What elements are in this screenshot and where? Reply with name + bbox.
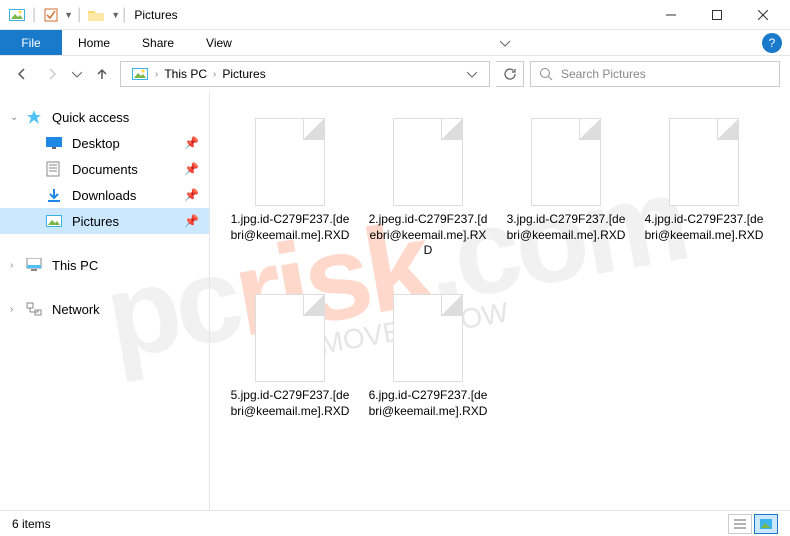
file-name: 3.jpg.id-C279F237.[debri@keemail.me].RXD	[500, 212, 632, 243]
sidebar-item-downloads[interactable]: Downloads 📌	[0, 182, 209, 208]
downloads-icon	[46, 187, 64, 203]
tab-view[interactable]: View	[190, 30, 248, 55]
check-icon[interactable]	[42, 8, 60, 22]
documents-icon	[46, 161, 64, 177]
file-name: 2.jpeg.id-C279F237.[debri@keemail.me].RX…	[362, 212, 494, 259]
icons-view-button[interactable]	[754, 514, 778, 534]
file-icon	[531, 118, 601, 206]
pictures-icon	[131, 67, 149, 81]
separator: |	[77, 6, 81, 24]
pictures-icon	[8, 8, 26, 22]
maximize-button[interactable]	[694, 0, 740, 30]
file-name: 5.jpg.id-C279F237.[debri@keemail.me].RXD	[224, 388, 356, 419]
file-item[interactable]: 5.jpg.id-C279F237.[debri@keemail.me].RXD	[224, 288, 356, 458]
file-item[interactable]: 6.jpg.id-C279F237.[debri@keemail.me].RXD	[362, 288, 494, 458]
sidebar: ⌄ Quick access Desktop 📌 Documents 📌 Dow…	[0, 92, 210, 510]
file-list: 1.jpg.id-C279F237.[debri@keemail.me].RXD…	[210, 92, 790, 510]
sidebar-quick-access[interactable]: ⌄ Quick access	[0, 104, 209, 130]
search-icon	[539, 67, 553, 81]
chevron-right-icon[interactable]: ›	[153, 69, 160, 80]
qat-dropdown[interactable]: ▼	[64, 10, 73, 20]
breadcrumb-dropdown[interactable]	[461, 69, 483, 79]
file-item[interactable]: 4.jpg.id-C279F237.[debri@keemail.me].RXD	[638, 112, 770, 282]
sidebar-this-pc[interactable]: › This PC	[0, 252, 209, 278]
item-count: 6 items	[12, 517, 51, 531]
sidebar-item-label: Network	[52, 302, 100, 317]
chevron-right-icon[interactable]: ›	[10, 304, 13, 315]
forward-button[interactable]	[40, 62, 64, 86]
details-view-button[interactable]	[728, 514, 752, 534]
sidebar-item-label: Pictures	[72, 214, 119, 229]
chevron-down-icon[interactable]: ⌄	[10, 112, 18, 123]
sidebar-item-label: Quick access	[52, 110, 129, 125]
star-icon	[26, 109, 44, 125]
sidebar-item-label: Downloads	[72, 188, 136, 203]
network-icon	[26, 302, 44, 316]
pin-icon: 📌	[184, 162, 199, 176]
statusbar: 6 items	[0, 510, 790, 536]
close-button[interactable]	[740, 0, 786, 30]
chevron-right-icon[interactable]: ›	[10, 260, 13, 271]
window-title: Pictures	[134, 8, 177, 22]
folder-dropdown[interactable]: ▼	[111, 10, 120, 20]
file-item[interactable]: 2.jpeg.id-C279F237.[debri@keemail.me].RX…	[362, 112, 494, 282]
desktop-icon	[46, 137, 64, 149]
pin-icon: 📌	[184, 136, 199, 150]
separator: |	[32, 6, 36, 24]
separator: |	[122, 6, 126, 24]
breadcrumb-pictures[interactable]: Pictures	[218, 67, 269, 81]
sidebar-item-label: Documents	[72, 162, 138, 177]
file-icon	[393, 118, 463, 206]
search-input[interactable]: Search Pictures	[530, 61, 780, 87]
search-placeholder: Search Pictures	[561, 67, 646, 81]
sidebar-item-documents[interactable]: Documents 📌	[0, 156, 209, 182]
file-name: 1.jpg.id-C279F237.[debri@keemail.me].RXD	[224, 212, 356, 243]
titlebar: | ▼ | ▼ | Pictures	[0, 0, 790, 30]
file-tab[interactable]: File	[0, 30, 62, 55]
breadcrumb[interactable]: › This PC › Pictures	[120, 61, 490, 87]
ribbon-expand[interactable]	[493, 30, 517, 55]
help-button[interactable]: ?	[762, 33, 782, 53]
file-icon	[669, 118, 739, 206]
refresh-button[interactable]	[496, 61, 524, 87]
sidebar-item-pictures[interactable]: Pictures 📌	[0, 208, 209, 234]
file-icon	[255, 118, 325, 206]
folder-icon	[87, 8, 105, 22]
file-item[interactable]: 3.jpg.id-C279F237.[debri@keemail.me].RXD	[500, 112, 632, 282]
back-button[interactable]	[10, 62, 34, 86]
up-button[interactable]	[90, 62, 114, 86]
sidebar-item-label: Desktop	[72, 136, 120, 151]
pin-icon: 📌	[184, 214, 199, 228]
navbar: › This PC › Pictures Search Pictures	[0, 56, 790, 92]
sidebar-item-label: This PC	[52, 258, 98, 273]
sidebar-network[interactable]: › Network	[0, 296, 209, 322]
chevron-right-icon[interactable]: ›	[211, 69, 218, 80]
file-item[interactable]: 1.jpg.id-C279F237.[debri@keemail.me].RXD	[224, 112, 356, 282]
file-icon	[255, 294, 325, 382]
pictures-icon	[46, 215, 64, 227]
file-name: 6.jpg.id-C279F237.[debri@keemail.me].RXD	[362, 388, 494, 419]
tab-home[interactable]: Home	[62, 30, 126, 55]
breadcrumb-this-pc[interactable]: This PC	[160, 67, 211, 81]
file-icon	[393, 294, 463, 382]
computer-icon	[26, 258, 44, 272]
sidebar-item-desktop[interactable]: Desktop 📌	[0, 130, 209, 156]
tab-share[interactable]: Share	[126, 30, 190, 55]
file-name: 4.jpg.id-C279F237.[debri@keemail.me].RXD	[638, 212, 770, 243]
minimize-button[interactable]	[648, 0, 694, 30]
ribbon: File Home Share View ?	[0, 30, 790, 56]
pin-icon: 📌	[184, 188, 199, 202]
recent-dropdown[interactable]	[70, 62, 84, 86]
